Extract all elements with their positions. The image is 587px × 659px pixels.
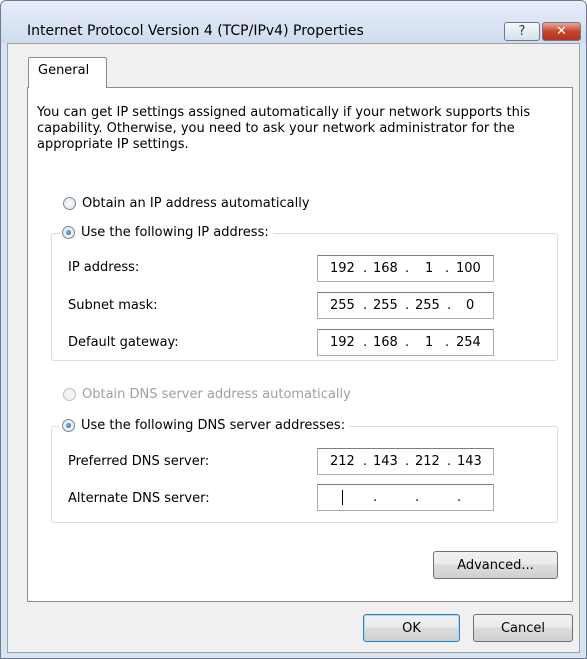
octet: 1 <box>425 335 434 350</box>
separator: . <box>445 261 450 276</box>
octet: 143 <box>457 454 482 469</box>
octet: 254 <box>456 335 481 350</box>
ok-button[interactable]: OK <box>363 614 460 642</box>
obtain-dns-auto-radio[interactable] <box>63 388 76 401</box>
window-title: Internet Protocol Version 4 (TCP/IPv4) P… <box>27 23 364 39</box>
obtain-ip-auto-radio[interactable] <box>63 197 76 210</box>
octet: 100 <box>456 261 481 276</box>
default-gateway-label: Default gateway: <box>68 335 179 350</box>
obtain-ip-auto-label: Obtain an IP address automatically <box>82 196 310 211</box>
use-following-ip-label: Use the following IP address: <box>81 225 269 240</box>
cancel-button-label: Cancel <box>500 620 546 636</box>
octet: 192 <box>330 335 355 350</box>
intro-text: You can get IP settings assigned automat… <box>37 105 531 152</box>
octet: 212 <box>330 454 355 469</box>
separator: . <box>405 261 410 276</box>
ok-button-label: OK <box>402 620 421 636</box>
separator: . <box>405 335 410 350</box>
help-button[interactable]: ? <box>504 22 540 41</box>
use-following-dns-option[interactable]: Use the following DNS server addresses: <box>60 418 350 433</box>
use-following-ip-option[interactable]: Use the following IP address: <box>60 225 273 240</box>
use-following-dns-radio[interactable] <box>62 419 75 432</box>
ip-address-label: IP address: <box>68 260 140 275</box>
close-icon: ✕ <box>556 24 567 39</box>
separator: . <box>447 454 452 469</box>
alternate-dns-label: Alternate DNS server: <box>68 491 210 506</box>
advanced-button-label: Advanced... <box>457 557 534 573</box>
alternate-dns-field[interactable]: . . . <box>317 484 494 511</box>
separator: . <box>363 298 368 313</box>
text-cursor <box>342 490 343 505</box>
octet: 168 <box>373 335 398 350</box>
subnet-mask-field[interactable]: 255 . 255 . 255 . 0 <box>317 292 494 319</box>
use-following-ip-radio[interactable] <box>62 226 75 239</box>
tab-general-label: General <box>38 63 90 78</box>
cancel-button[interactable]: Cancel <box>473 614 573 642</box>
separator: . <box>445 335 450 350</box>
separator: . <box>415 490 420 505</box>
tcpipv4-properties-dialog: Internet Protocol Version 4 (TCP/IPv4) P… <box>0 0 587 659</box>
octet: 255 <box>415 298 440 313</box>
preferred-dns-field[interactable]: 212 . 143 . 212 . 143 <box>317 448 494 475</box>
subnet-mask-label: Subnet mask: <box>68 298 158 313</box>
separator: . <box>457 490 462 505</box>
octet: 212 <box>415 454 440 469</box>
tab-general[interactable]: General <box>28 57 107 88</box>
octet: 1 <box>425 261 434 276</box>
advanced-button[interactable]: Advanced... <box>433 551 558 579</box>
preferred-dns-label: Preferred DNS server: <box>68 454 210 469</box>
use-following-dns-label: Use the following DNS server addresses: <box>81 418 346 433</box>
separator: . <box>405 298 410 313</box>
ip-address-field[interactable]: 192 . 168 . 1 . 100 <box>317 255 494 282</box>
obtain-dns-auto-label: Obtain DNS server address automatically <box>82 387 351 402</box>
octet: 192 <box>330 261 355 276</box>
separator: . <box>447 298 452 313</box>
octet: 168 <box>373 261 398 276</box>
obtain-dns-automatically-option[interactable]: Obtain DNS server address automatically <box>63 387 351 402</box>
separator: . <box>373 490 378 505</box>
separator: . <box>363 335 368 350</box>
close-button[interactable]: ✕ <box>542 22 581 41</box>
separator: . <box>405 454 410 469</box>
default-gateway-field[interactable]: 192 . 168 . 1 . 254 <box>317 329 494 356</box>
obtain-ip-automatically-option[interactable]: Obtain an IP address automatically <box>63 196 310 211</box>
help-icon: ? <box>518 24 526 39</box>
octet: 255 <box>330 298 355 313</box>
separator: . <box>363 261 368 276</box>
separator: . <box>363 454 368 469</box>
octet: 0 <box>466 298 475 313</box>
title-bar[interactable]: Internet Protocol Version 4 (TCP/IPv4) P… <box>1 1 586 43</box>
octet: 143 <box>373 454 398 469</box>
octet: 255 <box>373 298 398 313</box>
